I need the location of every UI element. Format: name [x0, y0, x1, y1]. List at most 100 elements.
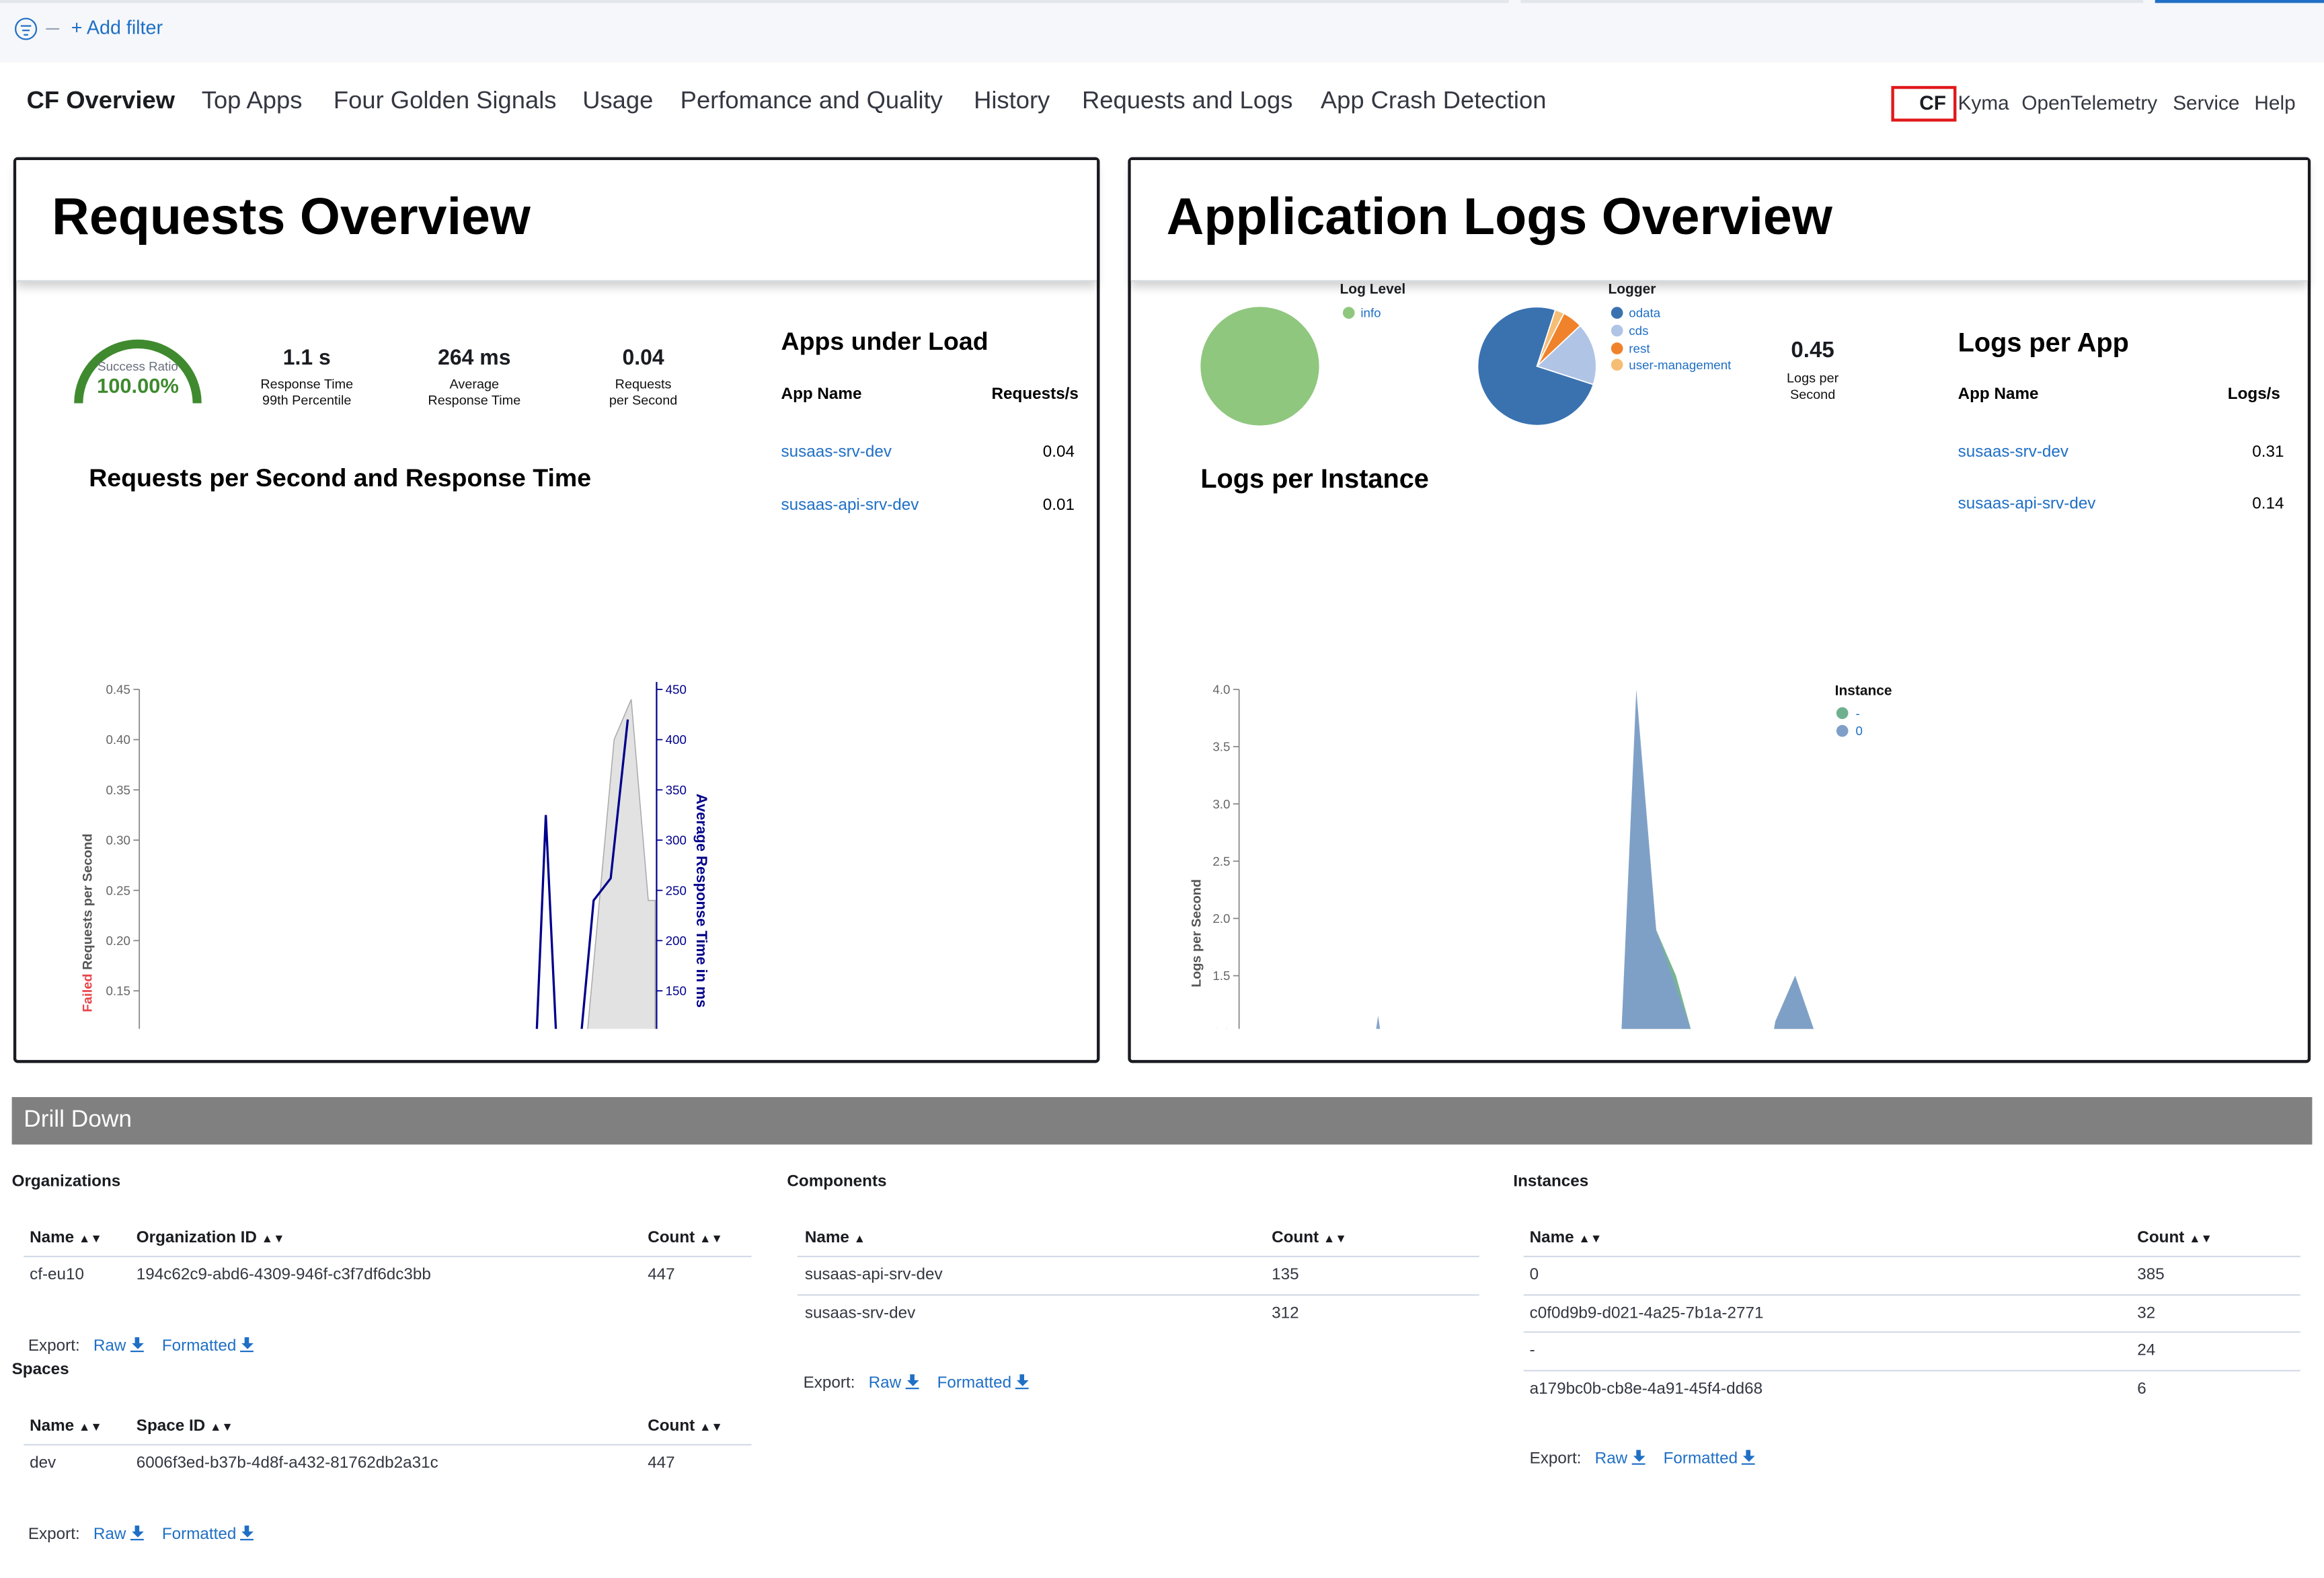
- logger-pie: [1477, 306, 1597, 426]
- y2-axis-label: Average Response Time in ms: [693, 794, 710, 1008]
- y-tick-label: 1.5: [1212, 969, 1230, 983]
- y2-tick-label: 350: [666, 783, 687, 797]
- legend-title: Instance: [1835, 683, 1892, 699]
- export-raw-link[interactable]: Raw: [869, 1374, 919, 1392]
- tab-usage[interactable]: Usage: [582, 87, 653, 116]
- col-app-name: App Name: [781, 385, 862, 404]
- panel-title: Requests Overview: [52, 188, 531, 246]
- export-formatted-link[interactable]: Formatted: [937, 1374, 1030, 1392]
- filter-icon[interactable]: [15, 17, 38, 40]
- legend-item: info: [1342, 305, 1381, 320]
- sort-icon: ▲▼: [78, 1420, 102, 1434]
- app-value: 0.14: [2252, 495, 2284, 513]
- export-formatted-link[interactable]: Formatted: [1664, 1450, 1756, 1468]
- legend-item: cds: [1611, 323, 1731, 340]
- y2-tick-label: 150: [666, 984, 687, 998]
- stat-value-response-time: 1.1 s: [282, 346, 331, 371]
- sort-icon: ▲▼: [209, 1420, 233, 1434]
- export-formatted-link[interactable]: Formatted: [162, 1337, 254, 1355]
- instance-area-0: [1376, 689, 1814, 1029]
- tab-top-apps[interactable]: Top Apps: [202, 87, 303, 116]
- export-raw-link[interactable]: Raw: [93, 1526, 144, 1543]
- link-service[interactable]: Service: [2173, 92, 2239, 114]
- legend-item: user-management: [1611, 358, 1731, 375]
- app-link[interactable]: susaas-api-srv-dev: [781, 496, 919, 514]
- y2-tick-label: 450: [666, 683, 687, 697]
- tab-app-crash-detection[interactable]: App Crash Detection: [1321, 87, 1547, 116]
- drill-down-header: Drill Down: [11, 1097, 2313, 1145]
- log-level-title: Log Level: [1340, 281, 1406, 299]
- tab-cf-overview[interactable]: CF Overview: [27, 87, 175, 116]
- table-cell: 6: [2137, 1380, 2146, 1398]
- table-cell: -: [1529, 1341, 1535, 1360]
- table-cell: cf-eu10: [30, 1266, 84, 1284]
- sort-icon: ▲▼: [699, 1232, 723, 1246]
- table-cell: a179bc0b-cb8e-4a91-45f4-dd68: [1529, 1380, 1763, 1398]
- panel-header: Requests Overview: [16, 160, 1097, 282]
- app-value: 0.31: [2252, 443, 2284, 461]
- chart-title: Requests per Second and Response Time: [89, 463, 592, 492]
- logs-per-app-title: Logs per App: [1958, 328, 2129, 358]
- y-tick-label: 0.25: [106, 883, 130, 897]
- tab-four-golden-signals[interactable]: Four Golden Signals: [334, 87, 557, 116]
- y2-tick-label: 200: [666, 934, 687, 948]
- add-filter-link[interactable]: + Add filter: [71, 16, 163, 38]
- tab-requests-logs[interactable]: Requests and Logs: [1082, 87, 1292, 116]
- sort-icon: ▲▼: [1578, 1232, 1602, 1246]
- separator: [46, 28, 60, 30]
- legend-item: odata: [1611, 305, 1731, 323]
- link-kyma[interactable]: Kyma: [1958, 92, 2009, 114]
- logger-legend: odata cds rest user-management: [1611, 305, 1731, 375]
- stat-label: Average Response Time: [428, 376, 521, 408]
- table-cell: susaas-api-srv-dev: [804, 1266, 943, 1284]
- tab-performance-quality[interactable]: Perfomance and Quality: [681, 87, 943, 116]
- th-count[interactable]: Count ▲▼: [648, 1417, 723, 1435]
- sort-icon: ▲▼: [2189, 1232, 2212, 1246]
- col-logs: Logs/s: [2227, 385, 2280, 404]
- export-raw-link[interactable]: Raw: [93, 1337, 144, 1355]
- export-row: Export: Raw Formatted: [1530, 1450, 1756, 1468]
- filter-bar: + Add filter: [0, 0, 2324, 63]
- th-organization-id[interactable]: Organization ID ▲▼: [137, 1229, 285, 1246]
- link-opentelemetry[interactable]: OpenTelemetry: [2021, 92, 2157, 114]
- th-name[interactable]: Name ▲▼: [30, 1417, 102, 1435]
- app-link[interactable]: susaas-srv-dev: [1958, 443, 2068, 461]
- y-tick-label: 1.0: [1212, 1026, 1230, 1028]
- y-tick-label: 2.0: [1212, 911, 1230, 926]
- th-count[interactable]: Count ▲▼: [2137, 1229, 2212, 1246]
- download-icon: [130, 1526, 144, 1541]
- y-tick-label: 4.0: [1212, 683, 1230, 697]
- y2-tick-label: 300: [666, 833, 687, 848]
- export-raw-link[interactable]: Raw: [1595, 1450, 1645, 1468]
- th-name[interactable]: Name ▲: [805, 1229, 865, 1246]
- table-cell: 24: [2137, 1341, 2156, 1360]
- export-row: Export: Raw Formatted: [28, 1526, 254, 1543]
- download-icon: [1631, 1450, 1645, 1465]
- th-count[interactable]: Count ▲▼: [648, 1229, 723, 1246]
- col-app-name: App Name: [1958, 385, 2039, 404]
- th-name[interactable]: Name ▲▼: [30, 1229, 102, 1246]
- th-name[interactable]: Name ▲▼: [1530, 1229, 1602, 1246]
- sort-icon: ▲▼: [261, 1232, 285, 1246]
- download-icon: [130, 1337, 144, 1353]
- app-link[interactable]: susaas-srv-dev: [781, 443, 892, 461]
- export-formatted-link[interactable]: Formatted: [162, 1526, 254, 1543]
- logger-title: Logger: [1608, 281, 1656, 299]
- pie-slice-info: [1200, 307, 1319, 426]
- stat-value-requests: 0.04: [622, 346, 664, 371]
- panel-header: Application Logs Overview: [1130, 160, 2308, 282]
- link-help[interactable]: Help: [2254, 92, 2295, 114]
- th-space-id[interactable]: Space ID ▲▼: [137, 1417, 233, 1435]
- logs-per-instance-chart: 0.00.51.01.52.02.53.03.54.011:4711:4911:…: [1189, 683, 1892, 1029]
- export-row: Export: Raw Formatted: [804, 1374, 1030, 1392]
- table-cell: 385: [2137, 1266, 2165, 1284]
- requests-overview-panel: Requests Overview Success Ratio 100.00% …: [13, 157, 1100, 1063]
- link-cf[interactable]: CF: [1919, 92, 1946, 114]
- instances-title: Instances: [1513, 1172, 1589, 1191]
- app-link[interactable]: susaas-api-srv-dev: [1958, 495, 2096, 513]
- stat-value-avg-response: 264 ms: [438, 346, 511, 371]
- tab-history[interactable]: History: [974, 87, 1050, 116]
- th-count[interactable]: Count ▲▼: [1272, 1229, 1347, 1246]
- y-tick-label: 3.0: [1212, 797, 1230, 811]
- download-icon: [905, 1374, 919, 1390]
